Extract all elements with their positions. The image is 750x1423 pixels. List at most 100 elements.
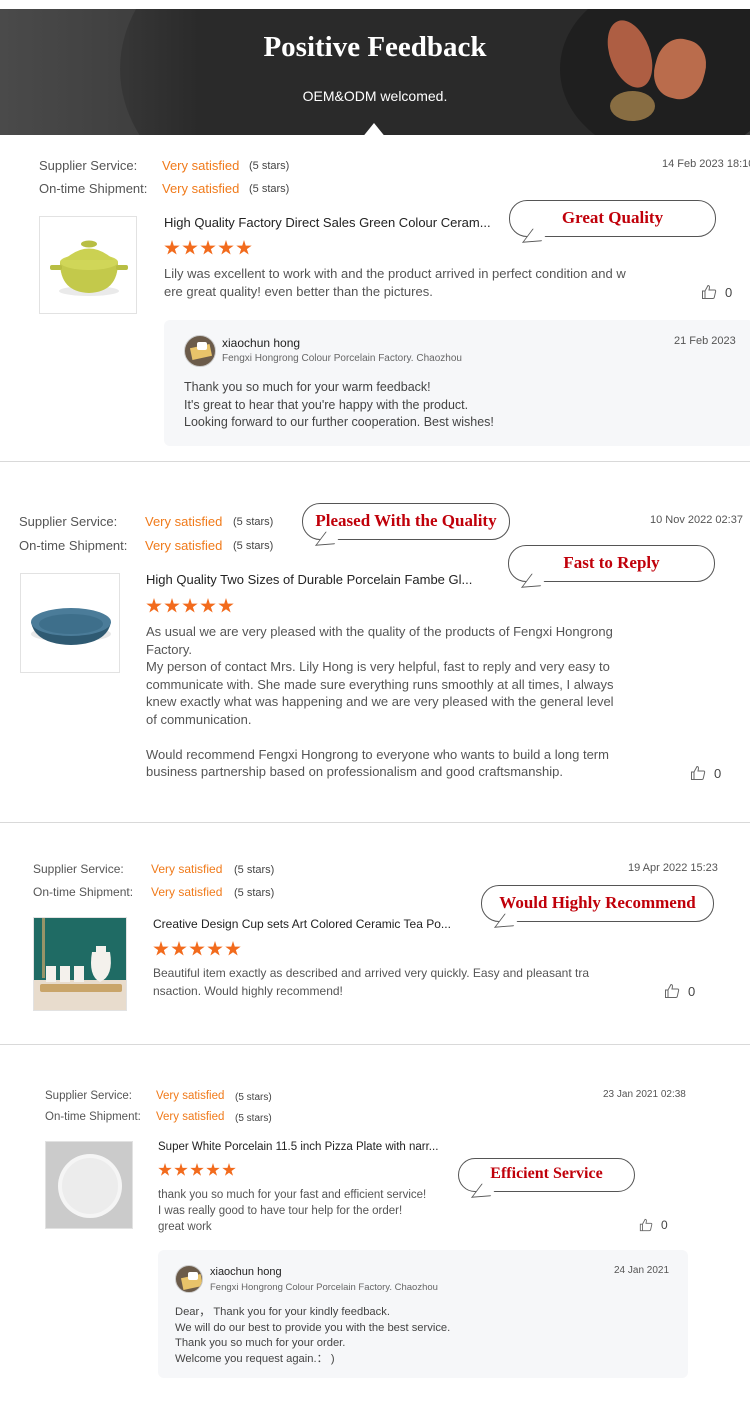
ontime-shipment-label: On-time Shipment: — [39, 181, 148, 196]
reply-author: xiaochun hong — [210, 1266, 282, 1278]
like-button[interactable]: 0 — [690, 765, 721, 781]
highlight-bubble: Efficient Service — [458, 1158, 635, 1198]
star-icon — [171, 941, 187, 956]
star-icon — [218, 240, 234, 255]
highlight-text: Great Quality — [561, 208, 664, 227]
product-thumbnail[interactable] — [45, 1141, 133, 1229]
like-count: 0 — [725, 284, 733, 300]
product-title[interactable]: High Quality Two Sizes of Durable Porcel… — [146, 572, 486, 587]
thumbs-up-icon — [639, 1218, 653, 1232]
product-title[interactable]: High Quality Factory Direct Sales Green … — [164, 215, 504, 230]
review-divider — [0, 822, 750, 823]
seller-avatar — [184, 335, 216, 367]
review-divider — [0, 1044, 750, 1045]
reply-company: Fengxi Hongrong Colour Porcelain Factory… — [222, 353, 462, 364]
supplier-service-stars: (5 stars) — [235, 1092, 272, 1103]
ontime-shipment-label: On-time Shipment: — [33, 885, 134, 899]
ontime-shipment-stars: (5 stars) — [234, 887, 275, 899]
review-date: 19 Apr 2022 15:23 — [628, 862, 718, 874]
banner-title: Positive Feedback — [263, 31, 487, 63]
star-icon — [189, 941, 205, 956]
seller-avatar — [175, 1265, 203, 1293]
highlight-bubble: Fast to Reply — [508, 545, 715, 588]
star-icon — [182, 598, 198, 613]
star-icon — [207, 941, 223, 956]
seller-reply: xiaochun hong Fengxi Hongrong Colour Por… — [158, 1250, 688, 1378]
reply-author: xiaochun hong — [222, 336, 301, 350]
review-date: 23 Jan 2021 02:38 — [603, 1089, 686, 1100]
bubble-tail — [315, 530, 345, 546]
supplier-service-label: Supplier Service: — [19, 514, 118, 529]
like-count: 0 — [688, 983, 696, 999]
pizza-plate-image — [46, 1142, 132, 1228]
review-text: Lily was excellent to work with and the … — [164, 266, 626, 299]
star-icon — [200, 240, 216, 255]
banner-gradient — [0, 9, 200, 135]
supplier-service-rating: Very satisfied — [145, 514, 223, 529]
star-icon — [200, 598, 216, 613]
ontime-shipment-stars: (5 stars) — [233, 540, 274, 552]
product-thumbnail[interactable] — [20, 573, 120, 673]
thumbs-up-icon — [702, 284, 717, 299]
ontime-shipment-rating: Very satisfied — [145, 538, 223, 553]
bubble-tail — [522, 227, 552, 243]
rating-stars — [164, 240, 252, 256]
bubble-tail — [521, 572, 551, 588]
highlight-text: Fast to Reply — [563, 553, 660, 572]
review-text: thank you so much for your fast and effi… — [158, 1189, 427, 1233]
review-date: 14 Feb 2023 18:10 — [662, 158, 750, 170]
feedback-banner: Positive Feedback OEM&ODM welcomed. — [0, 9, 750, 135]
star-icon — [164, 598, 180, 613]
rating-stars — [153, 941, 241, 957]
product-title[interactable]: Creative Design Cup sets Art Colored Cer… — [153, 917, 483, 931]
ontime-shipment-rating: Very satisfied — [162, 181, 240, 196]
like-count: 0 — [661, 1218, 668, 1232]
supplier-service-label: Supplier Service: — [45, 1090, 132, 1102]
star-icon — [158, 1163, 172, 1176]
thumbs-up-icon — [691, 765, 706, 780]
thumbs-up-icon — [665, 983, 680, 998]
like-button[interactable]: 0 — [639, 1218, 668, 1232]
ontime-shipment-label: On-time Shipment: — [45, 1111, 141, 1123]
supplier-service-rating: Very satisfied — [151, 862, 223, 876]
casserole-image — [50, 240, 128, 296]
star-icon — [236, 240, 252, 255]
ontime-shipment-rating: Very satisfied — [151, 885, 223, 899]
rating-stars — [146, 598, 234, 614]
reply-company: Fengxi Hongrong Colour Porcelain Factory… — [210, 1282, 438, 1293]
star-icon — [206, 1163, 220, 1176]
reply-date: 21 Feb 2023 — [674, 335, 736, 347]
highlight-bubble: Great Quality — [509, 200, 716, 243]
star-icon — [222, 1163, 236, 1176]
star-icon — [190, 1163, 204, 1176]
star-icon — [225, 941, 241, 956]
supplier-service-stars: (5 stars) — [249, 160, 290, 172]
ontime-shipment-stars: (5 stars) — [235, 1113, 272, 1124]
highlight-text: Pleased With the Quality — [315, 511, 497, 530]
reply-text: Thank you so much for your warm feedback… — [184, 380, 494, 429]
like-button[interactable]: 0 — [701, 284, 732, 300]
banner-subtitle: OEM&ODM welcomed. — [302, 88, 448, 104]
seller-reply: xiaochun hong Fengxi Hongrong Colour Por… — [164, 320, 750, 446]
banner-notch — [357, 123, 391, 135]
tea-set-image — [34, 918, 126, 1010]
reply-text: Dear， Thank you for your kindly feedback… — [175, 1306, 451, 1366]
product-thumbnail[interactable] — [33, 917, 127, 1011]
rating-stars — [158, 1163, 236, 1177]
like-button[interactable]: 0 — [664, 983, 695, 999]
review-date: 10 Nov 2022 02:37 — [650, 514, 743, 526]
highlight-text: Efficient Service — [490, 1165, 603, 1182]
review-text: As usual we are very pleased with the qu… — [146, 624, 614, 779]
supplier-service-rating: Very satisfied — [156, 1090, 225, 1102]
product-thumbnail[interactable] — [39, 216, 137, 314]
highlight-bubble: Pleased With the Quality — [302, 503, 510, 546]
star-icon — [182, 240, 198, 255]
star-icon — [218, 598, 234, 613]
star-icon — [164, 240, 180, 255]
reply-date: 24 Jan 2021 — [614, 1265, 670, 1276]
star-icon — [174, 1163, 188, 1176]
highlight-bubble: Would Highly Recommend — [481, 885, 714, 928]
supplier-service-label: Supplier Service: — [33, 862, 124, 876]
highlight-text: Would Highly Recommend — [499, 893, 696, 912]
product-title[interactable]: Super White Porcelain 11.5 inch Pizza Pl… — [158, 1141, 458, 1153]
